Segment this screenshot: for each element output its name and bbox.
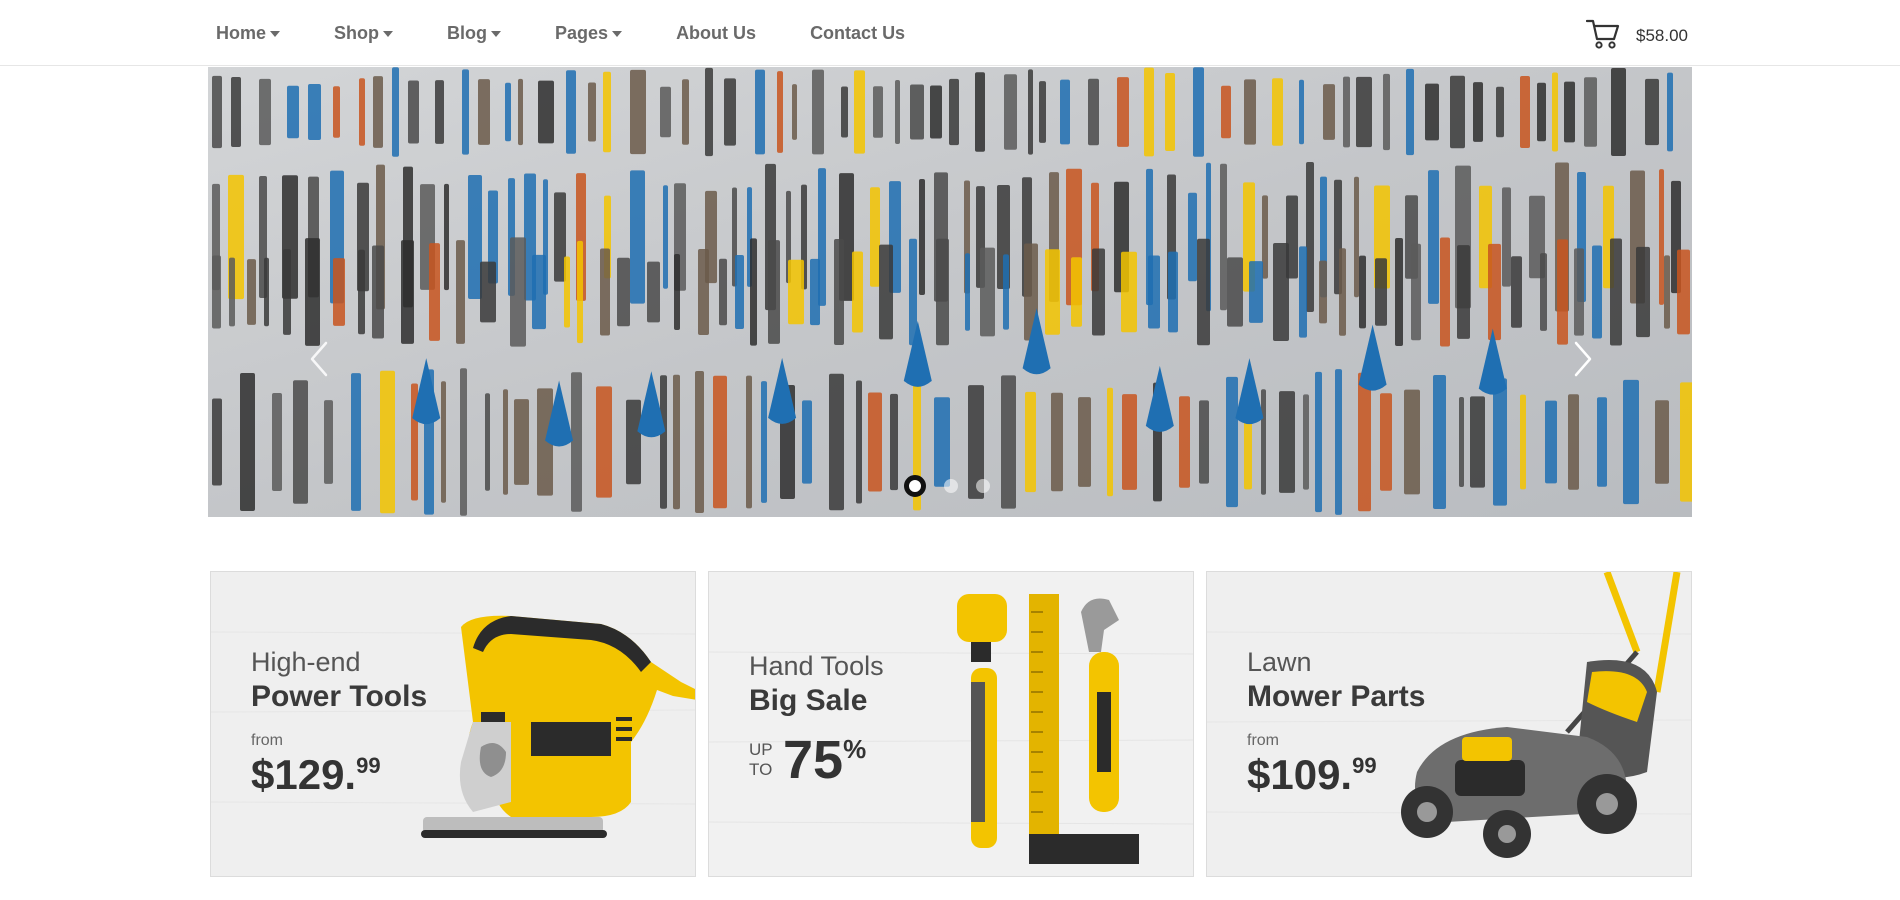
chevron-down-icon [270,30,281,37]
price-from-label: from [251,732,283,749]
chevron-down-icon [383,30,394,37]
discount-value: 75 [783,730,844,790]
nav-about-us[interactable]: About Us [676,23,756,44]
discount-up-label: UP [749,740,773,759]
chevron-right-icon[interactable] [1572,339,1594,379]
nav-shop-label: Shop [334,22,380,43]
promo-title: Power Tools [251,680,428,713]
promo-price: $129. 99 [251,752,427,798]
nav-pages-label: Pages [555,22,609,43]
slide-dot-2[interactable] [944,479,958,493]
nav-about-us-label: About Us [676,22,757,43]
hero-slider [208,67,1692,517]
promo-text: High-end Power Tools from $129. 99 [251,646,427,798]
nav-blog-label: Blog [447,22,488,43]
site-header: Home Shop Blog Pages About Us Contact Us… [0,0,1900,66]
price-main: $129. [251,751,357,798]
promo-text: Hand Tools Big Sale UP TO 75 % [749,650,884,788]
chevron-left-icon[interactable] [308,339,330,379]
price-from-label: from [1247,732,1279,749]
promo-kicker: Hand Tools [749,651,884,681]
discount: UP TO 75 % [749,732,884,788]
price-cents: 99 [1352,753,1377,778]
cart-icon [1586,19,1620,49]
promo-kicker: Lawn [1247,647,1312,677]
promo-title: Mower Parts [1247,680,1426,713]
cart-total: $58.00 [1636,25,1688,45]
discount-prefix: UP TO [749,740,779,780]
slide-dot-3[interactable] [976,479,990,493]
discount-unit: % [843,734,867,764]
promo-price: $109. 99 [1247,752,1425,798]
nav-contact-us-label: Contact Us [810,22,906,43]
nav-home[interactable]: Home [216,22,281,44]
promo-text: Lawn Mower Parts from $109. 99 [1247,646,1425,798]
chevron-down-icon [612,30,623,37]
nav-home-label: Home [216,22,267,43]
promo-card-power-tools[interactable]: High-end Power Tools from $129. 99 [210,571,696,877]
price-cents: 99 [356,753,381,778]
promo-kicker: High-end [251,647,361,677]
cart-button[interactable]: $58.00 [1586,18,1688,50]
promo-card-hand-tools[interactable]: Hand Tools Big Sale UP TO 75 % [708,571,1194,877]
promo-card-mower-parts[interactable]: Lawn Mower Parts from $109. 99 [1206,571,1692,877]
price-main: $109. [1247,751,1353,798]
nav-contact-us[interactable]: Contact Us [810,23,905,44]
main-nav: Home Shop Blog Pages About Us Contact Us [216,0,959,66]
slide-dot-1[interactable] [904,475,926,497]
chevron-down-icon [491,30,502,37]
tool-wall-image [208,67,1692,517]
slider-dots [904,475,1008,497]
nav-blog[interactable]: Blog [447,22,502,44]
discount-to-label: TO [749,760,773,779]
promo-title: Big Sale [749,684,868,717]
nav-pages[interactable]: Pages [555,22,623,44]
nav-shop[interactable]: Shop [334,22,394,44]
